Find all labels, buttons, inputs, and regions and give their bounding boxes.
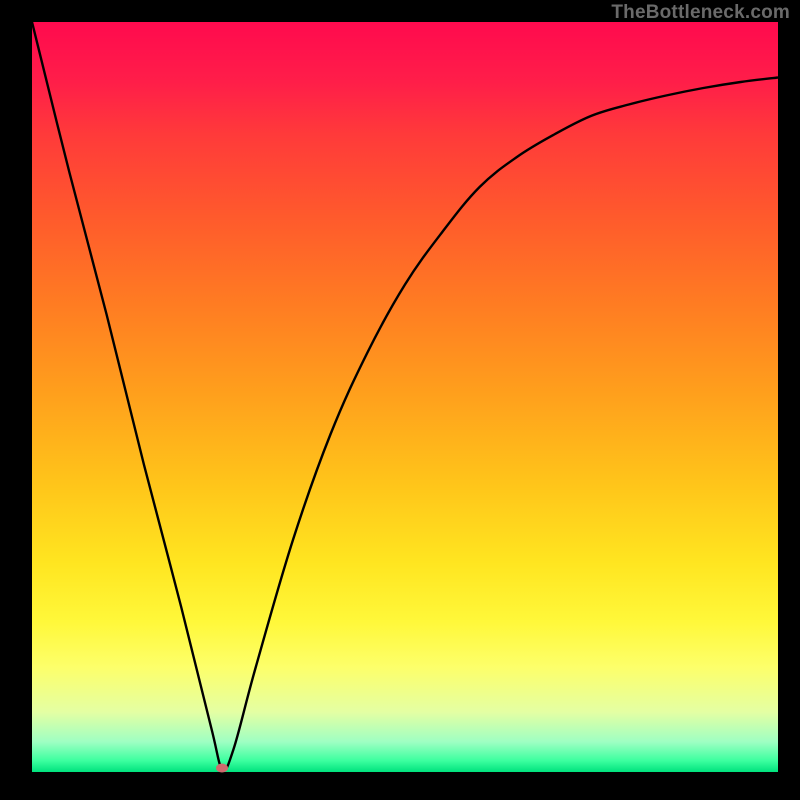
curve-min-marker	[216, 764, 228, 773]
plot-area	[32, 22, 778, 772]
chart-stage: TheBottleneck.com	[0, 0, 800, 800]
bottleneck-curve	[32, 22, 778, 772]
attribution-label: TheBottleneck.com	[611, 2, 790, 24]
